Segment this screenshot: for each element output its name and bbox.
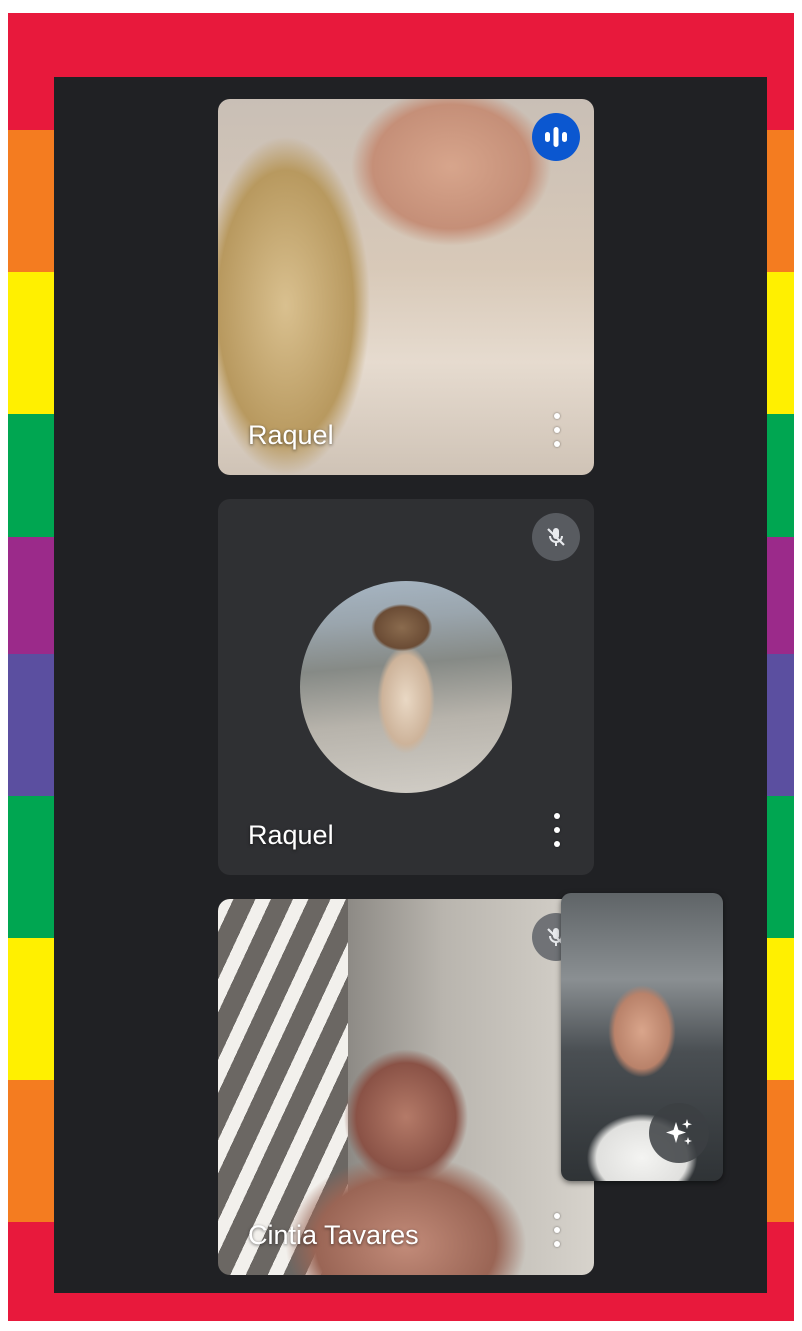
- participant-name: Cintia Tavares: [248, 1220, 419, 1250]
- self-view-preview[interactable]: [561, 893, 723, 1181]
- participant-name: Raquel: [248, 820, 334, 850]
- sparkles-icon: [666, 1119, 692, 1145]
- visual-effects-button[interactable]: [649, 1103, 709, 1163]
- participant-tile-raquel-video[interactable]: Raquel: [218, 99, 594, 475]
- avatar: [300, 581, 512, 793]
- more-vert-icon[interactable]: [552, 413, 562, 447]
- participant-tile-raquel-avatar[interactable]: Raquel: [218, 499, 594, 875]
- more-vert-icon[interactable]: [552, 1213, 562, 1247]
- meeting-screen: Raquel Raquel Cintia Tavares: [54, 77, 767, 1293]
- mic-off-icon: [547, 528, 565, 546]
- audio-wave-icon: [545, 127, 567, 147]
- participant-tile-cintia-tavares[interactable]: Cintia Tavares: [218, 899, 594, 1275]
- more-vert-icon[interactable]: [552, 813, 562, 847]
- participant-name: Raquel: [248, 420, 334, 450]
- mic-off-badge: [532, 513, 580, 561]
- speaking-indicator: [532, 113, 580, 161]
